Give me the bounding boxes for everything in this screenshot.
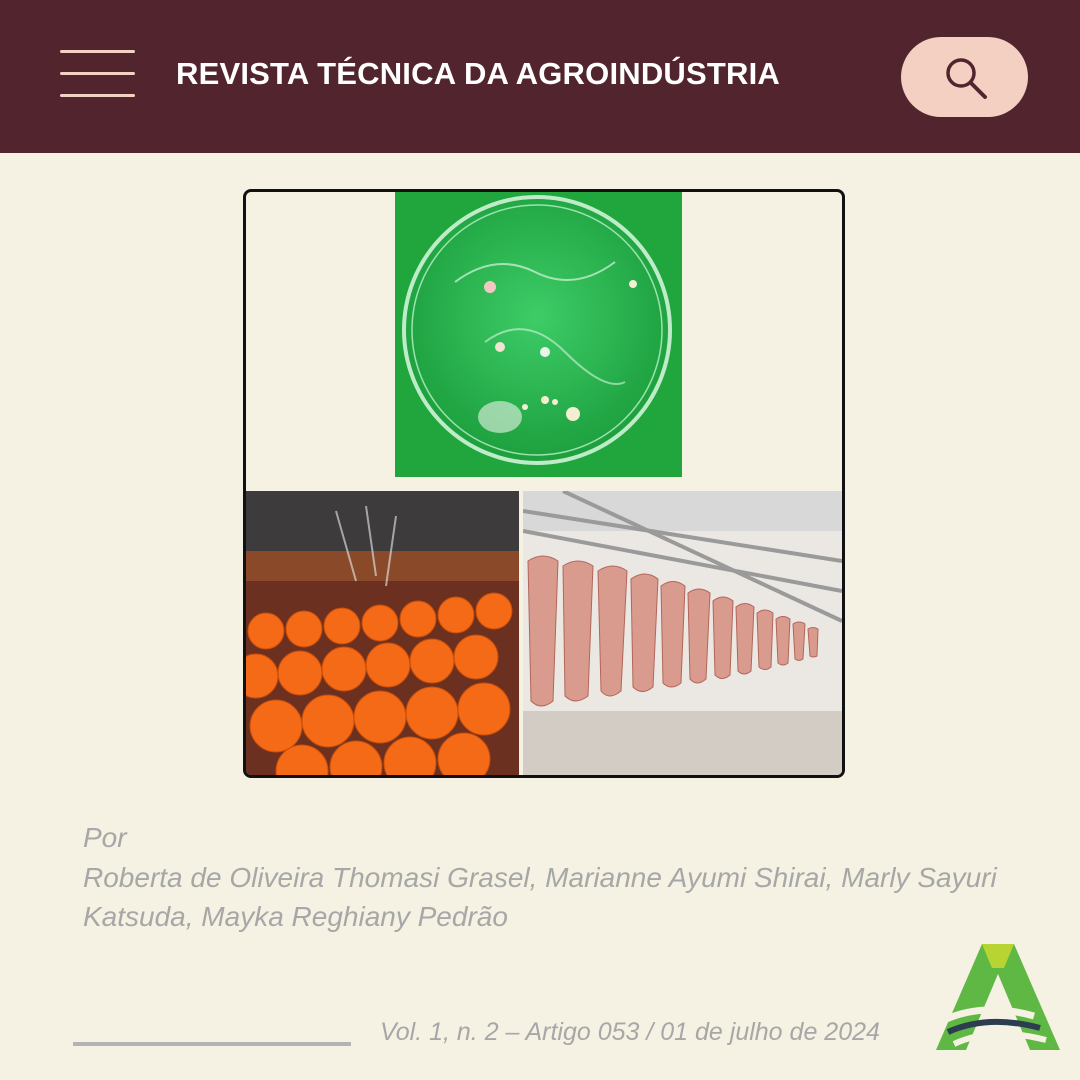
meat-processing-image (523, 491, 842, 775)
byline-label: Por (83, 822, 127, 853)
oranges-conveyor-image (246, 491, 519, 775)
footer-divider (73, 1042, 351, 1046)
site-title[interactable]: REVISTA TÉCNICA DA AGROINDÚSTRIA (176, 56, 876, 92)
header-bar: REVISTA TÉCNICA DA AGROINDÚSTRIA (0, 0, 1080, 153)
hamburger-menu-icon[interactable] (60, 50, 135, 98)
author-list: Roberta de Oliveira Thomasi Grasel, Mari… (83, 862, 997, 932)
cover-image-collage (243, 189, 845, 778)
journal-logo (936, 944, 1060, 1050)
petri-dish-image (395, 192, 682, 477)
issue-info: Vol. 1, n. 2 – Artigo 053 / 01 de julho … (380, 1018, 880, 1046)
search-button[interactable] (901, 37, 1028, 117)
magnifier-icon (946, 58, 987, 99)
